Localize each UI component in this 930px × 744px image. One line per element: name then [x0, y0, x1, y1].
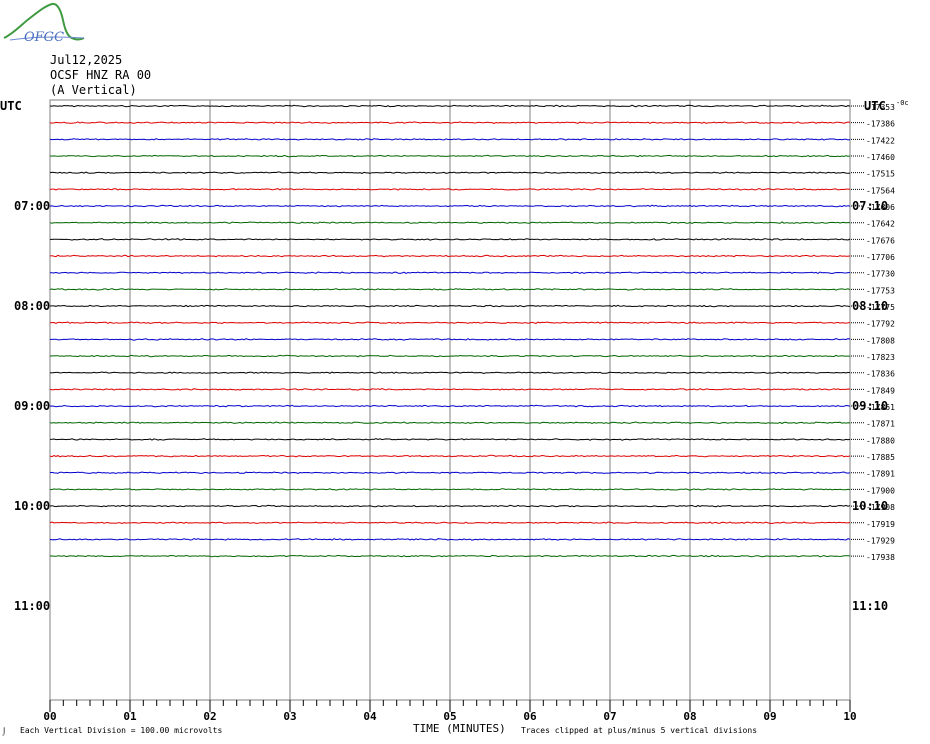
trace-value-label: -17515: [866, 170, 895, 179]
hour-label-left: 11:00: [14, 599, 50, 613]
trace-4: [49, 154, 851, 158]
hour-label-right: 11:10: [852, 599, 888, 613]
trace-value-label: -17753: [866, 286, 895, 295]
trace-value-label: -17422: [866, 136, 895, 145]
utc-right-label: UTC: [864, 99, 886, 113]
trace-value-label: -17808: [866, 336, 895, 345]
x-tick-label: 09: [763, 710, 776, 723]
hour-label-left: 10:00: [14, 499, 50, 513]
trace-value-label: -17919: [866, 520, 895, 529]
trace-value-label: -17642: [866, 220, 895, 229]
trace-value-label: -17938: [866, 553, 895, 562]
trace-value-label: -17891: [866, 470, 895, 479]
trace-value-label: -17836: [866, 370, 895, 379]
helicorder-plot: OFGC -17353-17386-17422-17460-17515-1756…: [0, 2, 909, 736]
trace-value-label: -17460: [866, 153, 895, 162]
x-tick-label: 10: [843, 710, 856, 723]
clip-note: Traces clipped at plus/minus 5 vertical …: [521, 726, 757, 735]
header-station: OCSF HNZ RA 00: [50, 68, 152, 82]
x-tick-label: 00: [43, 710, 56, 723]
trace-value-label: -17885: [866, 453, 895, 462]
trace-value-label: -17792: [866, 320, 895, 329]
trace-value-label: -17730: [866, 270, 895, 279]
time-axis: 00 01 02 03 04 05 06 07 08 09 10: [43, 700, 857, 723]
trace-value-label: -17871: [866, 420, 895, 429]
top-right-mark: -0c: [896, 99, 909, 107]
traces: -17353-17386-17422-17460-17515-17564-176…: [49, 103, 895, 562]
hour-label-left: 09:00: [14, 399, 50, 413]
trace-value-label: -17929: [866, 536, 895, 545]
hour-label-left: 07:00: [14, 199, 50, 213]
trace-value-label: -17564: [866, 186, 895, 195]
logo-text: OFGC: [24, 30, 64, 45]
hour-label-right: 09:10: [852, 399, 888, 413]
header-component: (A Vertical): [50, 83, 137, 97]
trace-value-label: -17706: [866, 253, 895, 262]
hour-label-right: 10:10: [852, 499, 888, 513]
trace-value-label: -17676: [866, 236, 895, 245]
x-tick-label: 07: [603, 710, 616, 723]
utc-left-label: UTC: [0, 99, 22, 113]
x-tick-label: 01: [123, 710, 137, 723]
ofgc-logo-icon: OFGC: [3, 2, 85, 45]
corner-mark: ⌡: [2, 727, 6, 736]
hour-label-right: 07:10: [852, 199, 888, 213]
trace-value-label: -17386: [866, 120, 895, 129]
x-tick-label: 08: [683, 710, 696, 723]
trace-value-label: -17823: [866, 353, 895, 362]
header-date: Jul12,2025: [50, 53, 123, 67]
trace-value-label: -17880: [866, 436, 895, 445]
hour-label-right: 08:10: [852, 299, 888, 313]
x-tick-label: 04: [363, 710, 377, 723]
trace-value-label: -17849: [866, 386, 895, 395]
x-tick-label: 02: [203, 710, 216, 723]
x-axis-label: TIME (MINUTES): [413, 722, 506, 735]
x-tick-label: 03: [283, 710, 296, 723]
hour-label-left: 08:00: [14, 299, 50, 313]
scale-note: Each Vertical Division = 100.00 microvol…: [20, 726, 222, 735]
x-tick-label: 06: [523, 710, 537, 723]
trace-value-label: -17900: [866, 486, 895, 495]
